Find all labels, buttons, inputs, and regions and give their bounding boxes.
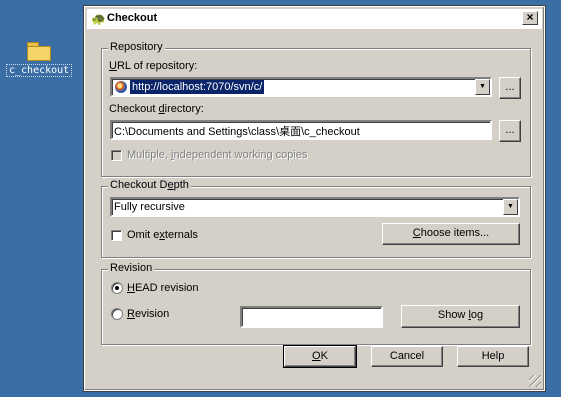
- checkout-directory-field[interactable]: [114, 123, 488, 138]
- choose-items-button[interactable]: Choose items...: [382, 223, 520, 245]
- repository-legend: Repository: [108, 41, 165, 53]
- revision-input[interactable]: [240, 306, 383, 328]
- title-bar[interactable]: 🐢 Checkout ×: [87, 9, 542, 29]
- revision-field[interactable]: [244, 309, 379, 324]
- revision-radio[interactable]: [111, 308, 123, 320]
- tortoise-icon: 🐢: [91, 12, 106, 26]
- close-button[interactable]: ×: [522, 11, 538, 25]
- show-log-button[interactable]: Show log: [401, 305, 520, 328]
- cancel-button[interactable]: Cancel: [371, 346, 443, 367]
- resize-grip-icon[interactable]: [529, 375, 541, 387]
- checkout-directory-label: Checkout directory:: [109, 103, 204, 115]
- checkout-depth-legend: Checkout Depth: [108, 179, 191, 191]
- folder-icon: [27, 42, 51, 61]
- head-revision-label: HEAD revision: [127, 282, 199, 294]
- ok-button[interactable]: OK: [283, 345, 357, 368]
- depth-dropdown-arrow-icon[interactable]: ▼: [503, 199, 518, 215]
- firefox-icon: [115, 81, 127, 93]
- help-button[interactable]: Help: [457, 346, 529, 367]
- dialog-title: Checkout: [107, 12, 158, 24]
- revision-legend: Revision: [108, 262, 155, 274]
- desktop-folder-label: c_checkout: [6, 64, 73, 77]
- multiple-working-copies-checkbox[interactable]: [111, 150, 122, 161]
- url-label: URL of repository:: [109, 60, 198, 72]
- radio-selected-dot: [115, 286, 119, 290]
- multiple-working-copies-label: Multiple, independent working copies: [127, 149, 308, 161]
- head-revision-radio[interactable]: [111, 282, 123, 294]
- checkout-dialog: 🐢 Checkout × Repository URL of repositor…: [83, 5, 546, 392]
- url-browse-button[interactable]: ...: [499, 77, 521, 99]
- revision-label: Revision: [127, 308, 170, 320]
- directory-browse-button[interactable]: ...: [499, 120, 521, 142]
- url-dropdown-arrow-icon[interactable]: ▼: [475, 79, 490, 95]
- checkout-directory-input[interactable]: [110, 120, 492, 140]
- desktop-folder-icon[interactable]: c_checkout: [6, 40, 73, 77]
- omit-externals-label: Omit externals: [127, 229, 198, 241]
- omit-externals-checkbox[interactable]: [111, 230, 122, 241]
- close-icon: ×: [526, 10, 534, 24]
- url-value[interactable]: http://localhost:7070/svn/c/: [130, 80, 265, 94]
- checkout-depth-value: Fully recursive: [114, 201, 185, 213]
- checkout-depth-select[interactable]: Fully recursive ▼: [110, 197, 520, 217]
- url-combobox[interactable]: http://localhost:7070/svn/c/ ▼: [110, 77, 492, 97]
